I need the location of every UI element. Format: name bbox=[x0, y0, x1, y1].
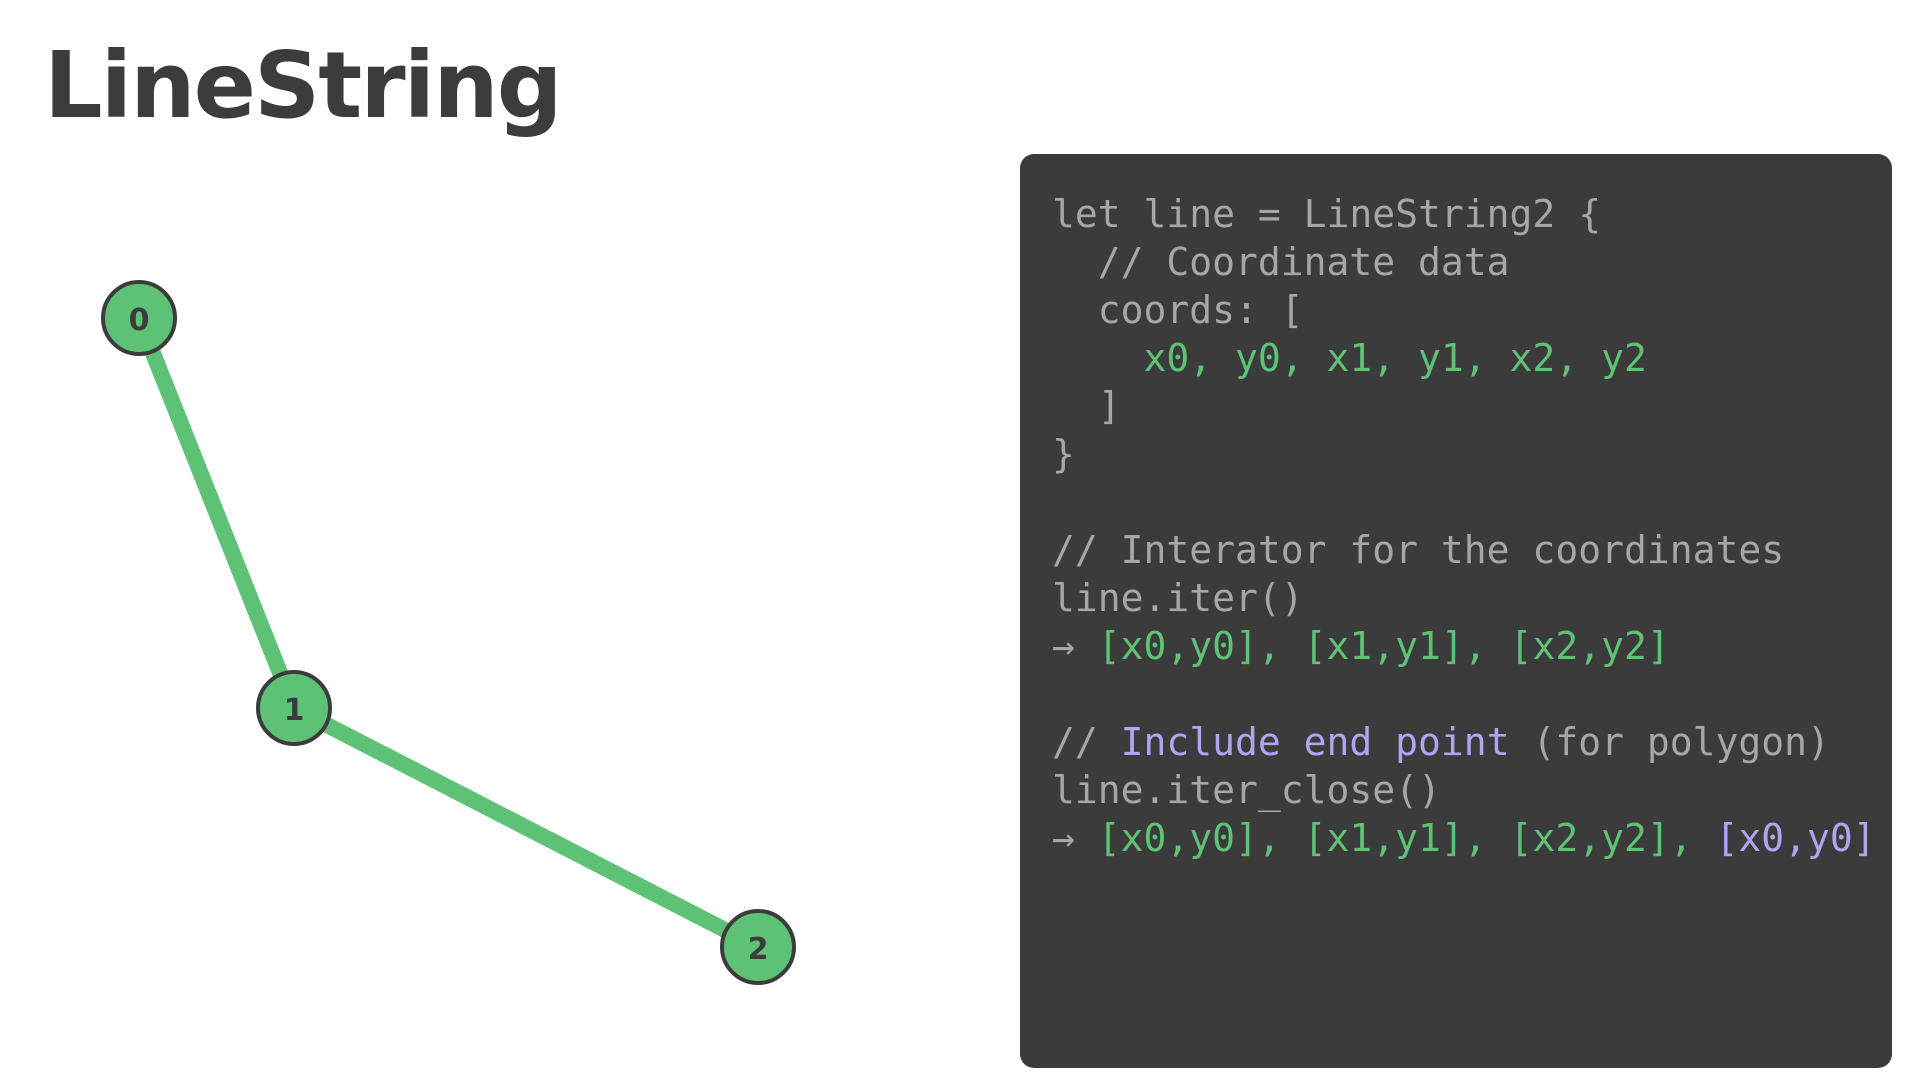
code-line-13: line.iter_close() bbox=[1052, 768, 1441, 812]
code-line-12b: Include end point bbox=[1120, 720, 1510, 764]
segment-1-2 bbox=[286, 700, 766, 955]
code-panel: let line = LineString2 { // Coordinate d… bbox=[1020, 154, 1892, 1068]
code-line-12c: (for polygon) bbox=[1509, 720, 1830, 764]
code-line-2: // Coordinate data bbox=[1052, 240, 1510, 284]
segment-0-1 bbox=[131, 310, 302, 716]
vertex-label-1: 1 bbox=[284, 693, 305, 728]
vertex-label-2: 2 bbox=[748, 932, 769, 967]
vertex-node-0: 0 bbox=[101, 280, 177, 356]
code-line-3: coords: [ bbox=[1052, 288, 1304, 332]
code-line-9: line.iter() bbox=[1052, 576, 1304, 620]
code-line-5: ] bbox=[1052, 384, 1121, 428]
code-line-14b: [x0,y0] bbox=[1715, 816, 1876, 860]
arrow-icon: → bbox=[1052, 816, 1098, 860]
code-line-4: x0, y0, x1, y1, x2, y2 bbox=[1052, 336, 1647, 380]
code-line-6: } bbox=[1052, 432, 1075, 476]
arrow-icon: → bbox=[1052, 624, 1098, 668]
code-line-8: // Interator for the coordinates bbox=[1052, 528, 1785, 572]
code-line-1: let line = LineString2 { bbox=[1052, 192, 1602, 236]
code-line-12a: // bbox=[1052, 720, 1121, 764]
vertex-node-2: 2 bbox=[720, 909, 796, 985]
code-line-14a: [x0,y0], [x1,y1], [x2,y2], bbox=[1097, 816, 1716, 860]
code-line-10: [x0,y0], [x1,y1], [x2,y2] bbox=[1097, 624, 1670, 668]
vertex-label-0: 0 bbox=[129, 303, 150, 338]
vertex-node-1: 1 bbox=[256, 670, 332, 746]
linestring-diagram: 0 1 2 bbox=[101, 280, 796, 985]
code-block: let line = LineString2 { // Coordinate d… bbox=[1052, 190, 1876, 862]
line-segments bbox=[131, 310, 766, 955]
